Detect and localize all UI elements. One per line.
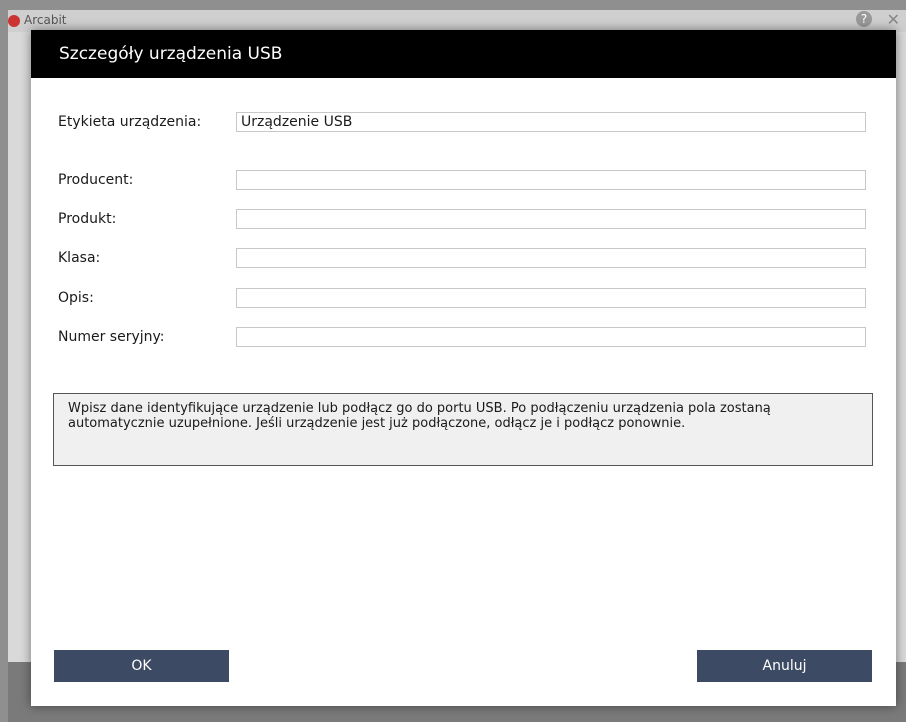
app-logo-icon bbox=[8, 15, 20, 27]
product-label: Produkt: bbox=[58, 211, 117, 227]
manufacturer-row: Producent: bbox=[58, 170, 868, 192]
device-label-input[interactable] bbox=[236, 112, 866, 132]
description-label: Opis: bbox=[58, 290, 94, 306]
cancel-button[interactable]: Anuluj bbox=[697, 650, 872, 682]
description-input[interactable] bbox=[236, 288, 866, 308]
class-label: Klasa: bbox=[58, 250, 101, 266]
usb-device-details-dialog: Szczegóły urządzenia USB Etykieta urządz… bbox=[31, 30, 896, 706]
ok-button[interactable]: OK bbox=[54, 650, 229, 682]
device-label-row: Etykieta urządzenia: bbox=[58, 112, 868, 134]
description-row: Opis: bbox=[58, 288, 868, 310]
close-icon[interactable]: ✕ bbox=[887, 10, 900, 29]
product-row: Produkt: bbox=[58, 209, 868, 231]
serial-number-row: Numer seryjny: bbox=[58, 327, 868, 349]
manufacturer-label: Producent: bbox=[58, 172, 134, 188]
product-input[interactable] bbox=[236, 209, 866, 229]
class-row: Klasa: bbox=[58, 248, 868, 270]
background-window-title: Arcabit bbox=[24, 13, 67, 27]
serial-number-input[interactable] bbox=[236, 327, 866, 347]
dialog-header: Szczegóły urządzenia USB bbox=[31, 30, 896, 78]
serial-number-label: Numer seryjny: bbox=[58, 329, 165, 345]
dialog-title: Szczegóły urządzenia USB bbox=[59, 44, 283, 64]
device-label-label: Etykieta urządzenia: bbox=[58, 114, 202, 130]
background-titlebar: Arcabit ? ✕ bbox=[8, 10, 906, 32]
manufacturer-input[interactable] bbox=[236, 170, 866, 190]
info-message-box: Wpisz dane identyfikujące urządzenie lub… bbox=[53, 393, 873, 466]
class-input[interactable] bbox=[236, 248, 866, 268]
help-icon[interactable]: ? bbox=[856, 11, 872, 27]
